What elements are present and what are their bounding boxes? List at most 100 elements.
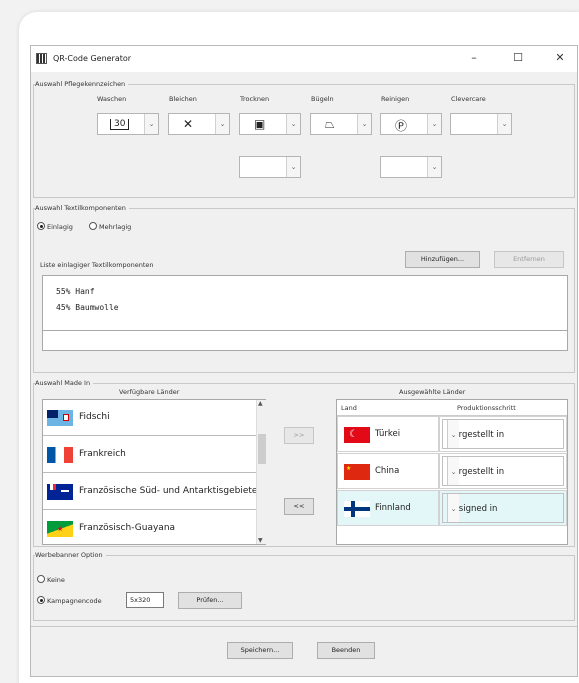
table-row[interactable]: ☾ Türkei <box>337 416 439 452</box>
quit-button[interactable]: Beenden <box>317 642 375 659</box>
radio-dot-checked <box>37 222 45 230</box>
list-item[interactable]: 45% Baumwolle <box>56 303 119 312</box>
flag-fiji-icon <box>47 410 73 426</box>
table-row-selected[interactable]: Finnland <box>337 490 439 526</box>
chevron-down-icon: ⌄ <box>447 457 459 485</box>
app-window: QR-Code Generator – ☐ ✕ Auswahl Pflegeke… <box>30 45 578 677</box>
scroll-down-icon[interactable]: ▼ <box>258 537 263 544</box>
radio-single[interactable]: Einlagig <box>37 222 73 231</box>
radio-none[interactable]: Keine <box>37 575 65 584</box>
label-buegeln: Bügeln <box>311 95 334 103</box>
save-button[interactable]: Speichern... <box>227 642 293 659</box>
move-left-button[interactable]: << <box>284 498 314 515</box>
textile-group-label: Auswahl Textilkomponenten <box>35 204 129 212</box>
radio-campaign[interactable]: Kampagnencode <box>37 596 102 605</box>
care-group-label: Auswahl Pflegekennzeichen <box>35 80 129 88</box>
step-combo[interactable]: Hergestellt in ⌄ <box>442 456 564 486</box>
radio-multi[interactable]: Mehrlagig <box>89 222 131 231</box>
chevron-down-icon: ⌄ <box>427 114 441 134</box>
step-cell[interactable]: Hergestellt in ⌄ <box>439 453 567 489</box>
minimize-button[interactable]: – <box>459 49 489 67</box>
list-item[interactable]: 55% Hanf <box>56 287 95 296</box>
flag-turkey-icon: ☾ <box>344 427 370 443</box>
clean-combo[interactable]: Ⓟ ⌄ <box>380 113 442 135</box>
list-item[interactable]: ★ Französisch-Guayana <box>43 511 265 544</box>
dry-extra-combo[interactable]: ⌄ <box>239 156 301 178</box>
scroll-thumb[interactable] <box>258 434 266 464</box>
list-footer-area <box>42 331 568 351</box>
radio-none-label: Keine <box>47 576 65 584</box>
step-cell[interactable]: Hergestellt in ⌄ <box>439 416 567 452</box>
chevron-down-icon: ⌄ <box>286 114 300 134</box>
tumble-dry-icon: ▣ <box>254 117 266 131</box>
label-trocknen: Trocknen <box>240 95 270 103</box>
chevron-down-icon: ⌄ <box>357 114 371 134</box>
no-bleach-icon: ✕ <box>183 117 194 131</box>
flag-china-icon: ★ <box>344 464 370 480</box>
list-item[interactable]: Französische Süd- und Antarktisgebiete <box>43 474 265 510</box>
country-name: Frankreich <box>79 449 126 459</box>
textile-group: Auswahl Textilkomponenten Einlagig Mehrl… <box>33 204 575 373</box>
radio-dot-checked <box>37 596 45 604</box>
chevron-down-icon: ⌄ <box>447 420 459 448</box>
wash-combo[interactable]: 30 ⌄ <box>97 113 159 135</box>
bleach-combo[interactable]: ✕ ⌄ <box>168 113 230 135</box>
step-cell[interactable]: Designed in ⌄ <box>439 490 567 526</box>
label-clevercare: Clevercare <box>451 95 486 103</box>
country-name: Französisch-Guayana <box>79 523 176 533</box>
add-button[interactable]: Hinzufügen... <box>405 251 480 268</box>
available-label: Verfügbare Länder <box>119 388 180 396</box>
clevercare-combo[interactable]: ⌄ <box>450 113 512 135</box>
check-button[interactable]: Prüfen... <box>178 592 242 609</box>
list-item[interactable]: Fidschi <box>43 400 265 436</box>
label-reinigen: Reinigen <box>381 95 410 103</box>
flag-france-icon <box>47 447 73 463</box>
radio-campaign-label: Kampagnencode <box>47 597 102 605</box>
chevron-down-icon: ⌄ <box>427 157 441 177</box>
list-item[interactable]: Frankreich <box>43 437 265 473</box>
qr-app-icon <box>36 53 47 64</box>
move-right-button[interactable]: >> <box>284 427 314 444</box>
close-button[interactable]: ✕ <box>545 49 575 67</box>
radio-dot <box>89 222 97 230</box>
radio-single-label: Einlagig <box>47 223 73 231</box>
chevron-down-icon: ⌄ <box>215 114 229 134</box>
footer-divider <box>31 626 577 627</box>
available-countries-list[interactable]: Fidschi Frankreich Französische Süd- und… <box>42 399 266 545</box>
wash-30-icon: 30 <box>110 119 130 130</box>
step-combo[interactable]: Designed in ⌄ <box>442 493 564 523</box>
radio-multi-label: Mehrlagig <box>99 223 132 231</box>
radio-dot <box>37 575 45 583</box>
flag-taaf-icon <box>47 484 73 500</box>
country-name: Türkei <box>375 429 401 439</box>
maximize-button[interactable]: ☐ <box>503 49 533 67</box>
country-name: China <box>375 466 400 476</box>
country-name: Französische Süd- und Antarktisgebiete <box>79 486 258 496</box>
components-list[interactable]: 55% Hanf 45% Baumwolle <box>42 275 568 331</box>
country-name: Fidschi <box>79 412 110 422</box>
chevron-down-icon: ⌄ <box>286 157 300 177</box>
available-scrollbar[interactable]: ▲ ▼ <box>256 400 266 544</box>
chevron-down-icon: ⌄ <box>447 494 459 522</box>
madein-group: Auswahl Made In Verfügbare Länder Ausgew… <box>33 379 575 547</box>
window-title: QR-Code Generator <box>53 54 132 63</box>
col-header-country: Land <box>341 404 357 412</box>
table-row[interactable]: ★ China <box>337 453 439 489</box>
care-group: Auswahl Pflegekennzeichen Waschen Bleich… <box>33 80 575 198</box>
madein-group-label: Auswahl Made In <box>35 379 94 387</box>
label-waschen: Waschen <box>97 95 127 103</box>
selected-countries-table[interactable]: Land Produktionsschritt ☾ Türkei Hergest… <box>336 399 568 545</box>
iron-combo[interactable]: ⏢ ⌄ <box>310 113 372 135</box>
dry-combo[interactable]: ▣ ⌄ <box>239 113 301 135</box>
label-bleichen: Bleichen <box>169 95 197 103</box>
step-combo[interactable]: Hergestellt in ⌄ <box>442 419 564 449</box>
remove-button[interactable]: Entfernen <box>494 251 564 268</box>
selected-label: Ausgewählte Länder <box>399 388 466 396</box>
country-name: Finnland <box>375 503 411 513</box>
chevron-down-icon: ⌄ <box>144 114 158 134</box>
flag-finland-icon <box>344 501 370 517</box>
scroll-up-icon[interactable]: ▲ <box>258 400 263 407</box>
campaign-code-input[interactable]: 5x320 <box>126 592 164 608</box>
clean-extra-combo[interactable]: ⌄ <box>380 156 442 178</box>
ad-group-label: Werbebanner Option <box>35 551 106 559</box>
